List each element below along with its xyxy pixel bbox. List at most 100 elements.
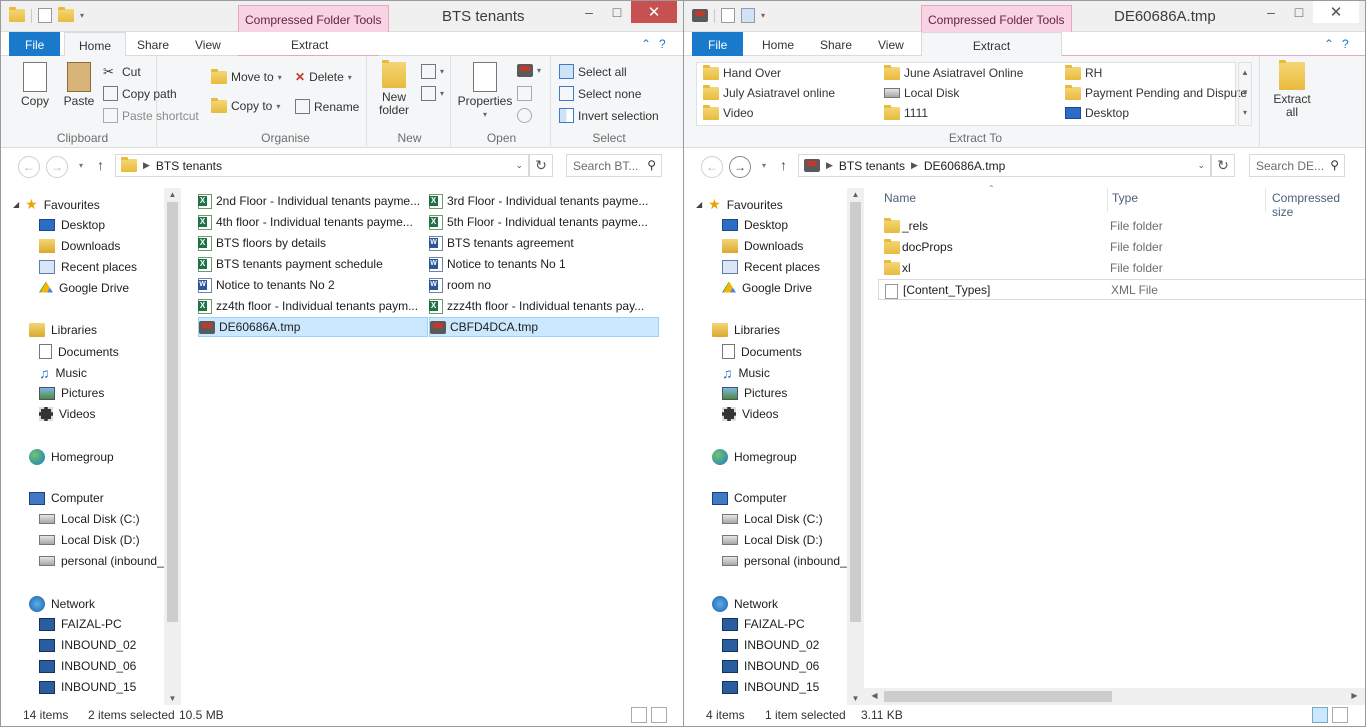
search-input[interactable]: Search DE... ⚲ xyxy=(1249,154,1345,177)
gallery-scroll[interactable]: ▲ ▼ ▾ xyxy=(1238,62,1252,126)
file-item[interactable]: DE60686A.tmp xyxy=(198,317,428,337)
file-item[interactable]: room no xyxy=(429,275,659,295)
tab-home[interactable]: Home xyxy=(748,32,808,56)
edit-button[interactable] xyxy=(517,86,532,101)
file-item[interactable]: BTS tenants agreement xyxy=(429,233,659,253)
nav-videos[interactable]: Videos xyxy=(39,407,95,421)
minimize-icon[interactable]: – xyxy=(575,1,603,23)
nav-documents[interactable]: Documents xyxy=(39,344,119,359)
move-to-button[interactable]: Move to ▾ xyxy=(211,68,282,84)
nav-music[interactable]: ♫ Music xyxy=(39,365,87,381)
large-icons-view-icon[interactable] xyxy=(651,707,667,723)
table-row[interactable]: xl File folder xyxy=(878,258,1365,279)
nav-videos[interactable]: Videos xyxy=(722,407,778,421)
copy-to-button[interactable]: Copy to ▾ xyxy=(211,97,280,113)
up-button[interactable]: ↑ xyxy=(97,157,104,173)
minimize-icon[interactable]: – xyxy=(1257,1,1285,23)
tab-file[interactable]: File xyxy=(9,32,61,56)
tab-view[interactable]: View xyxy=(864,32,918,56)
nav-inbound-15[interactable]: INBOUND_15 xyxy=(722,680,819,694)
file-item[interactable]: Notice to tenants No 2 xyxy=(198,275,428,295)
nav-recent-places[interactable]: Recent places xyxy=(722,260,820,274)
nav-homegroup[interactable]: Homegroup xyxy=(712,449,797,465)
nav-computer[interactable]: Computer xyxy=(712,491,787,505)
breadcrumb-bts-tenants[interactable]: BTS tenants xyxy=(156,159,222,173)
breadcrumb-bts-tenants[interactable]: BTS tenants xyxy=(839,159,905,173)
properties-button[interactable]: Properties ▾ xyxy=(457,62,513,121)
file-item[interactable]: 5th Floor - Individual tenants payme... xyxy=(429,212,659,232)
copy-path-button[interactable]: Copy path xyxy=(103,86,177,101)
file-item[interactable]: 3rd Floor - Individual tenants payme... xyxy=(429,191,659,211)
nav-inbound-15[interactable]: INBOUND_15 xyxy=(39,680,136,694)
search-input[interactable]: Search BT... ⚲ xyxy=(566,154,662,177)
nav-documents[interactable]: Documents xyxy=(722,344,802,359)
select-none-button[interactable]: Select none xyxy=(559,86,641,101)
help-icon[interactable]: ? xyxy=(659,37,666,51)
extract-to-item[interactable]: July Asiatravel online xyxy=(703,84,835,100)
properties-icon[interactable] xyxy=(38,8,52,23)
file-item[interactable]: CBFD4DCA.tmp xyxy=(429,317,659,337)
recent-locations-icon[interactable]: ▾ xyxy=(762,161,766,170)
file-item[interactable]: zz4th floor - Individual tenants paym... xyxy=(198,296,428,316)
address-bar[interactable]: ▶ BTS tenants ⌄ xyxy=(115,154,529,177)
cut-button[interactable]: ✂ Cut xyxy=(103,64,141,79)
extract-to-item[interactable]: Local Disk xyxy=(884,86,959,100)
nav-google-drive[interactable]: Google Drive xyxy=(722,281,812,295)
file-item[interactable]: BTS tenants payment schedule xyxy=(198,254,428,274)
details-view-icon[interactable] xyxy=(1312,707,1328,723)
maximize-icon[interactable]: □ xyxy=(1285,1,1313,23)
nav-pictures[interactable]: Pictures xyxy=(39,386,104,400)
scroll-left-icon[interactable]: ◀ xyxy=(866,691,883,700)
nav-local-disk-c[interactable]: Local Disk (C:) xyxy=(39,512,140,526)
large-icons-view-icon[interactable] xyxy=(1332,707,1348,723)
nav-inbound-06[interactable]: INBOUND_06 xyxy=(722,659,819,673)
recent-locations-icon[interactable]: ▾ xyxy=(79,161,83,170)
nav-libraries[interactable]: Libraries xyxy=(712,323,780,337)
new-folder-button[interactable]: New folder xyxy=(373,60,415,117)
nav-favourites[interactable]: ◢ ★ Favourites xyxy=(13,196,100,213)
up-button[interactable]: ↑ xyxy=(780,157,787,173)
extract-to-item[interactable]: Payment Pending and Dispute xyxy=(1065,84,1247,100)
collapse-ribbon-icon[interactable]: ⌃ xyxy=(1324,37,1334,51)
select-all-button[interactable]: Select all xyxy=(559,64,627,79)
forward-button[interactable]: → xyxy=(729,156,751,178)
tab-view[interactable]: View xyxy=(181,32,235,56)
nav-favourites[interactable]: ◢ ★ Favourites xyxy=(696,196,783,213)
file-item[interactable]: 2nd Floor - Individual tenants payme... xyxy=(198,191,428,211)
extract-to-item[interactable]: RH xyxy=(1065,64,1102,80)
table-row[interactable]: docProps File folder xyxy=(878,237,1365,258)
back-button[interactable]: ← xyxy=(18,156,40,178)
new-folder-icon[interactable] xyxy=(741,8,755,23)
scroll-up-icon[interactable]: ▲ xyxy=(164,190,181,199)
tab-share[interactable]: Share xyxy=(123,32,183,56)
details-view-icon[interactable] xyxy=(631,707,647,723)
nav-inbound-02[interactable]: INBOUND_02 xyxy=(722,638,819,652)
scroll-thumb[interactable] xyxy=(850,202,861,622)
close-icon[interactable]: ✕ xyxy=(631,1,677,23)
scroll-down-icon[interactable]: ▼ xyxy=(164,694,181,703)
nav-google-drive[interactable]: Google Drive xyxy=(39,281,129,295)
nav-recent-places[interactable]: Recent places xyxy=(39,260,137,274)
collapse-ribbon-icon[interactable]: ⌃ xyxy=(641,37,651,51)
nav-network[interactable]: Network xyxy=(29,596,95,612)
scroll-thumb[interactable] xyxy=(167,202,178,622)
delete-button[interactable]: ✕ Delete ▾ xyxy=(295,70,352,84)
tab-share[interactable]: Share xyxy=(806,32,866,56)
extract-to-item[interactable]: Desktop xyxy=(1065,106,1129,120)
tab-extract[interactable]: Extract xyxy=(921,32,1062,57)
table-row[interactable]: _rels File folder xyxy=(878,216,1365,237)
nav-scrollbar[interactable]: ▲ ▼ xyxy=(164,188,181,705)
scroll-down-icon[interactable]: ▼ xyxy=(847,694,864,703)
maximize-icon[interactable]: □ xyxy=(603,1,631,23)
easy-access-button[interactable]: ▾ xyxy=(421,86,444,101)
qat-dropdown-icon[interactable]: ▾ xyxy=(761,11,765,20)
back-button[interactable]: ← xyxy=(701,156,723,178)
help-icon[interactable]: ? xyxy=(1342,37,1349,51)
breadcrumb-archive[interactable]: DE60686A.tmp xyxy=(924,159,1005,173)
nav-network[interactable]: Network xyxy=(712,596,778,612)
nav-inbound-02[interactable]: INBOUND_02 xyxy=(39,638,136,652)
nav-faizal-pc[interactable]: FAIZAL-PC xyxy=(39,617,122,631)
address-bar[interactable]: ▶ BTS tenants ▶ DE60686A.tmp ⌄ xyxy=(798,154,1211,177)
nav-personal-drive[interactable]: personal (inbound_0 xyxy=(39,554,170,568)
column-compressed-size[interactable]: Compressed size xyxy=(1266,188,1365,219)
